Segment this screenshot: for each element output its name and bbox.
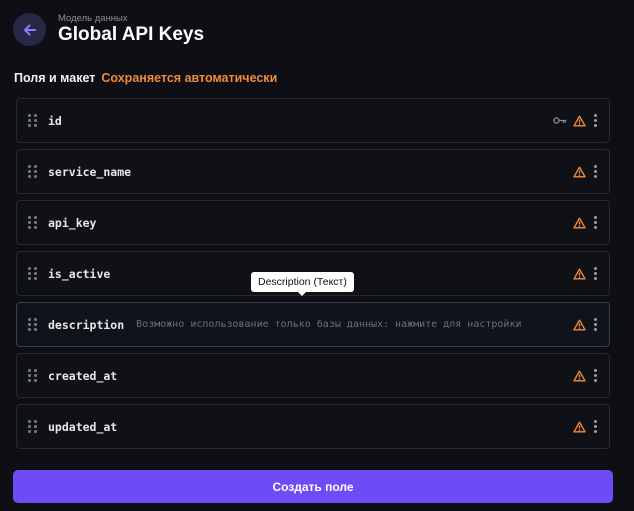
drag-handle-icon[interactable]	[28, 420, 38, 433]
autosave-status: Сохраняется автоматически	[101, 71, 278, 85]
warning-icon[interactable]	[573, 319, 586, 331]
warning-icon[interactable]	[573, 370, 586, 382]
drag-handle-icon[interactable]	[28, 369, 38, 382]
field-name: service_name	[48, 164, 132, 179]
page-subtitle: Модель данных	[58, 13, 128, 24]
warning-icon[interactable]	[573, 421, 586, 433]
more-vertical-icon[interactable]	[594, 216, 597, 229]
back-button[interactable]	[13, 13, 46, 46]
field-name: id	[48, 113, 62, 128]
drag-handle-icon[interactable]	[28, 216, 38, 229]
page-header: Модель данных Global API Keys	[13, 13, 204, 46]
field-row-actions	[573, 150, 597, 193]
field-row[interactable]: api_key	[16, 200, 610, 245]
more-vertical-icon[interactable]	[594, 114, 597, 127]
field-row-actions	[573, 252, 597, 295]
field-row[interactable]: service_name	[16, 149, 610, 194]
page-title: Global API Keys	[58, 24, 205, 45]
more-vertical-icon[interactable]	[594, 318, 597, 331]
more-vertical-icon[interactable]	[594, 267, 597, 280]
field-row[interactable]: description Возможно использование только…	[16, 302, 610, 347]
key-icon	[553, 116, 567, 125]
more-vertical-icon[interactable]	[594, 165, 597, 178]
create-field-button[interactable]: Создать поле	[13, 470, 613, 503]
field-name: api_key	[48, 215, 97, 230]
field-name: description	[48, 317, 125, 332]
field-name: is_active	[48, 266, 111, 281]
drag-handle-icon[interactable]	[28, 318, 38, 331]
field-row-actions	[573, 303, 597, 346]
field-name: updated_at	[48, 419, 118, 434]
warning-icon[interactable]	[573, 217, 586, 229]
arrow-left-icon	[23, 24, 36, 35]
warning-icon[interactable]	[573, 268, 586, 280]
field-row[interactable]: id	[16, 98, 610, 143]
drag-handle-icon[interactable]	[28, 267, 38, 280]
warning-icon[interactable]	[573, 166, 586, 178]
field-name: created_at	[48, 368, 118, 383]
field-row-actions	[553, 99, 597, 142]
section-header: Поля и макет Сохраняется автоматически	[14, 71, 277, 85]
drag-handle-icon[interactable]	[28, 165, 38, 178]
field-row-actions	[573, 201, 597, 244]
warning-icon[interactable]	[573, 115, 586, 127]
field-hint[interactable]: Возможно использование только базы данны…	[136, 319, 521, 330]
field-row-actions	[573, 405, 597, 448]
field-tooltip: Description (Текст)	[251, 272, 354, 296]
field-row[interactable]: created_at	[16, 353, 610, 398]
more-vertical-icon[interactable]	[594, 369, 597, 382]
section-title: Поля и макет	[14, 71, 96, 85]
more-vertical-icon[interactable]	[594, 420, 597, 433]
drag-handle-icon[interactable]	[28, 114, 38, 127]
field-row[interactable]: updated_at	[16, 404, 610, 449]
field-row-actions	[573, 354, 597, 397]
